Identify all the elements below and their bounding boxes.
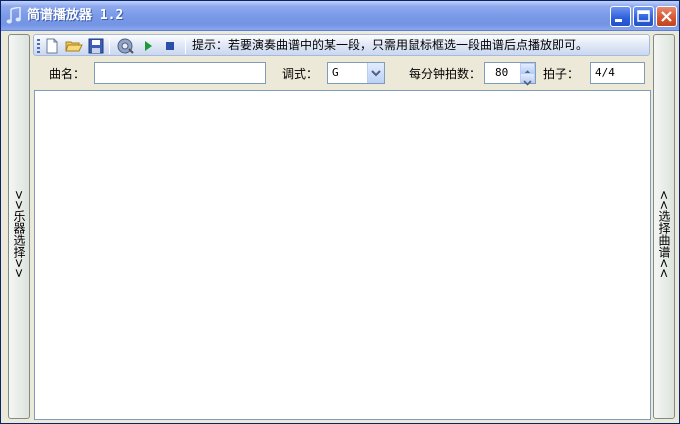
settings-icon[interactable]: [116, 37, 134, 55]
key-dropdown-button[interactable]: [367, 63, 384, 83]
chevron-down-icon: [523, 80, 532, 86]
song-name-label: 曲名：: [49, 67, 86, 81]
score-editor[interactable]: [34, 90, 651, 420]
play-icon[interactable]: [139, 37, 157, 55]
toolbar-separator: [109, 38, 110, 54]
key-select[interactable]: G: [327, 62, 385, 84]
close-button[interactable]: [656, 6, 677, 27]
song-name-input[interactable]: [94, 62, 266, 84]
instrument-select-label: >>乐器选择>>: [12, 190, 26, 279]
save-icon[interactable]: [87, 37, 105, 55]
tempo-increase-button[interactable]: [520, 63, 535, 76]
new-file-icon[interactable]: [43, 37, 61, 55]
toolbar-separator: [185, 38, 186, 54]
toolbar-grip[interactable]: [37, 39, 40, 53]
song-settings-bar: 曲名： 调式： G 每分钟拍数： 80 拍子： 4/4: [33, 58, 650, 88]
minimize-icon: [615, 19, 622, 22]
score-select-label: <<选择曲谱<<: [657, 190, 671, 279]
beat-label: 拍子：: [543, 67, 580, 81]
maximize-button[interactable]: [633, 6, 654, 27]
instrument-select-button[interactable]: >>乐器选择>>: [8, 34, 30, 419]
maximize-icon: [637, 10, 650, 22]
music-note-icon: [6, 7, 21, 24]
key-value: G: [332, 66, 339, 79]
title-bar[interactable]: 简谱播放器 1.2: [1, 1, 679, 31]
chevron-down-icon: [371, 70, 381, 77]
minimize-button[interactable]: [610, 6, 631, 27]
open-folder-icon[interactable]: [65, 37, 83, 55]
tempo-value: 80: [495, 66, 509, 79]
usage-hint: 提示：若要演奏曲谱中的某一段，只需用鼠标框选一段曲谱后点播放即可。: [192, 38, 589, 52]
tempo-decrease-button[interactable]: [520, 73, 535, 86]
stop-icon[interactable]: [161, 37, 179, 55]
app-window: 简谱播放器 1.2 >>乐器选择>> 提示：若要演奏曲谱中的某一段，只需用鼠标框…: [0, 0, 680, 424]
close-icon: [661, 11, 672, 22]
window-title: 简谱播放器 1.2: [27, 8, 124, 23]
toolbar: 提示：若要演奏曲谱中的某一段，只需用鼠标框选一段曲谱后点播放即可。: [33, 34, 650, 56]
key-label: 调式：: [282, 67, 319, 81]
score-select-button[interactable]: <<选择曲谱<<: [653, 34, 675, 419]
tempo-label: 每分钟拍数：: [409, 67, 482, 81]
tempo-stepper[interactable]: 80: [484, 62, 536, 86]
beat-input[interactable]: 4/4: [590, 62, 645, 84]
